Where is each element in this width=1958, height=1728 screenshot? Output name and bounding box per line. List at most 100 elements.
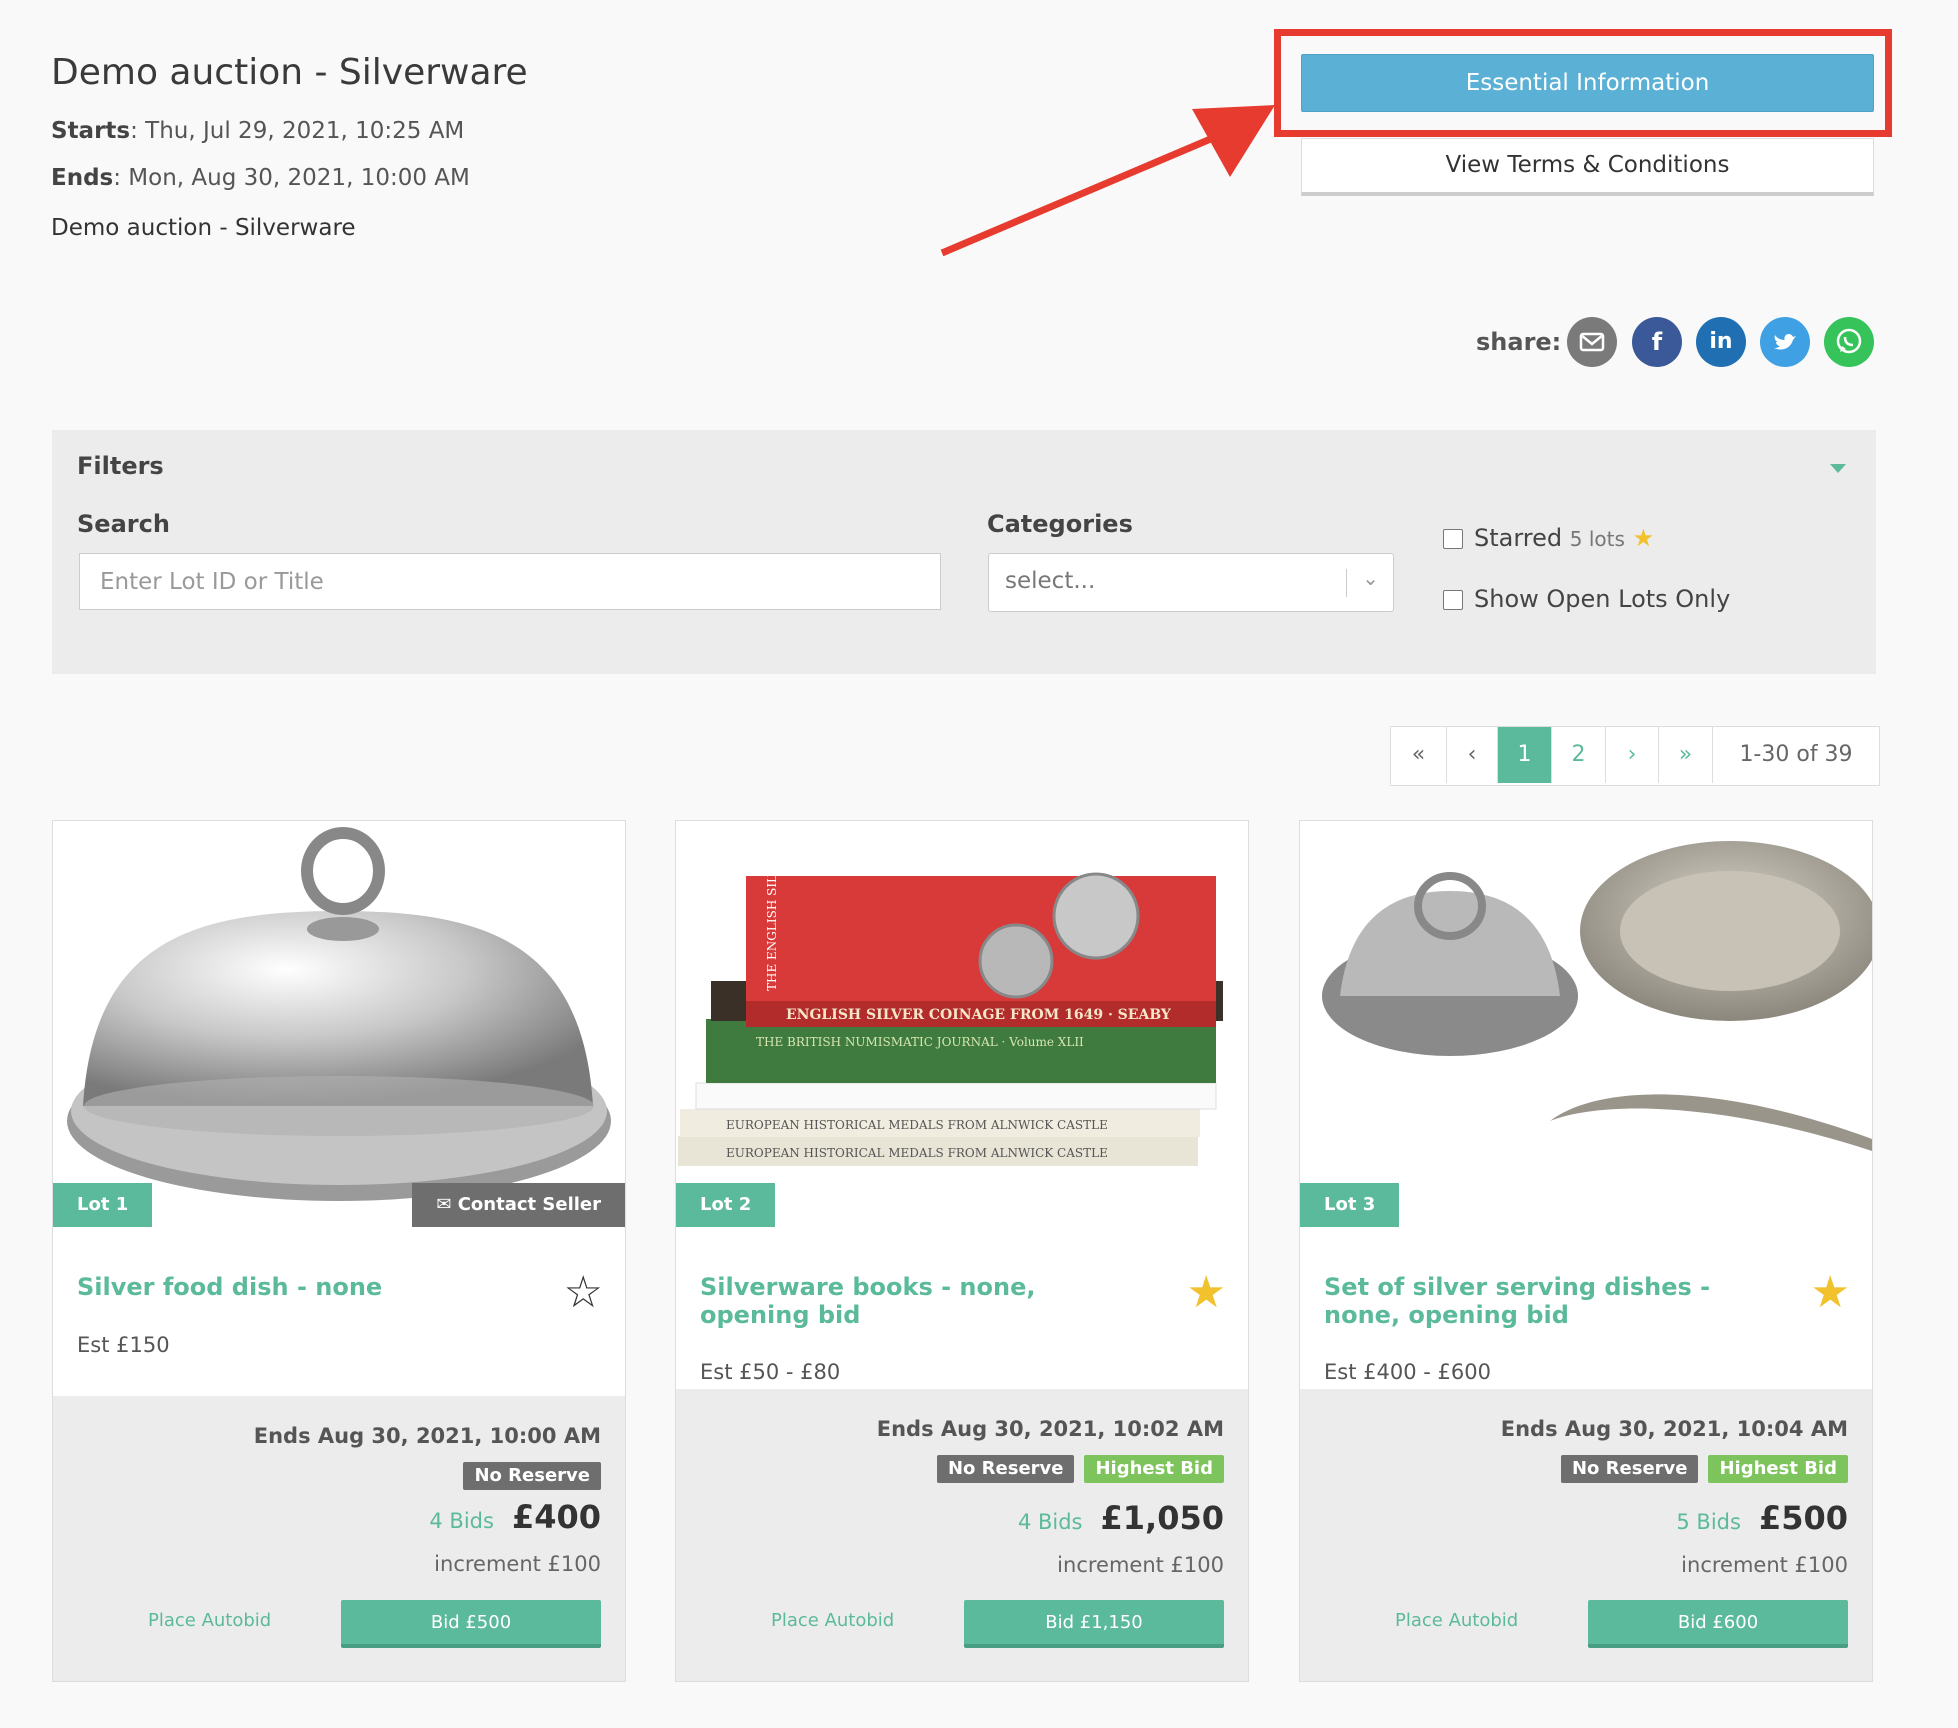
lot-image[interactable]: EUROPEAN HISTORICAL MEDALS FROM ALNWICK … — [676, 821, 1248, 1229]
filters-title: Filters — [77, 452, 164, 480]
starred-filter-label: Starred 5 lots ★ — [1474, 524, 1654, 552]
pagination: « ‹ 1 2 › » 1-30 of 39 — [1390, 726, 1880, 786]
lot-image[interactable] — [53, 821, 625, 1229]
lot-number-badge: Lot 3 — [1300, 1183, 1400, 1227]
star-filled-icon[interactable]: ★ — [1187, 1271, 1226, 1315]
page-2-button[interactable]: 2 — [1552, 727, 1606, 783]
whatsapp-icon[interactable] — [1824, 317, 1874, 367]
current-price: £1,050 — [1100, 1499, 1224, 1537]
no-reserve-badge: No Reserve — [1560, 1455, 1699, 1483]
lot-card: Lot 1 ✉ Contact Seller Silver food dish … — [52, 820, 626, 1682]
page-summary: 1-30 of 39 — [1739, 742, 1853, 767]
starts-label: Starts — [51, 118, 131, 144]
filters-collapse-caret-icon[interactable] — [1830, 464, 1846, 473]
star-filled-icon[interactable]: ★ — [1811, 1271, 1850, 1315]
page-last-button[interactable]: » — [1659, 727, 1713, 783]
view-terms-button[interactable]: View Terms & Conditions — [1301, 138, 1874, 196]
bid-button[interactable]: Bid £1,150 — [964, 1600, 1224, 1648]
lot-card: EUROPEAN HISTORICAL MEDALS FROM ALNWICK … — [675, 820, 1249, 1682]
lot-card: Lot 3 Set of silver serving dishes - non… — [1299, 820, 1873, 1682]
lot-bid-panel: Ends Aug 30, 2021, 10:02 AM No Reserve H… — [676, 1389, 1248, 1681]
search-input[interactable] — [79, 553, 941, 610]
place-autobid-link[interactable]: Place Autobid — [771, 1610, 894, 1631]
page-first-button[interactable]: « — [1391, 727, 1447, 783]
book-title-4: EUROPEAN HISTORICAL MEDALS FROM ALNWICK … — [726, 1118, 1108, 1132]
highest-bid-badge: Highest Bid — [1084, 1455, 1224, 1483]
lot-title-link[interactable]: Set of silver serving dishes - none, ope… — [1324, 1273, 1764, 1329]
lot-bid-summary: 4 Bids £400 — [429, 1498, 601, 1536]
open-lots-label: Show Open Lots Only — [1474, 585, 1731, 613]
facebook-icon[interactable]: f — [1632, 317, 1682, 367]
lot-estimate: Est £150 — [77, 1333, 170, 1357]
annotation-arrow — [940, 105, 1275, 257]
lot-bid-panel: Ends Aug 30, 2021, 10:04 AM No Reserve H… — [1300, 1389, 1872, 1681]
bids-count-link[interactable]: 4 Bids — [429, 1509, 494, 1533]
contact-seller-button[interactable]: ✉ Contact Seller — [412, 1183, 625, 1227]
starts-value: : Thu, Jul 29, 2021, 10:25 AM — [130, 118, 465, 144]
highest-bid-badge: Highest Bid — [1708, 1455, 1848, 1483]
bid-increment: increment £100 — [1057, 1553, 1224, 1577]
no-reserve-badge: No Reserve — [936, 1455, 1075, 1483]
categories-placeholder: select... — [1005, 568, 1096, 594]
lot-estimate: Est £400 - £600 — [1324, 1360, 1491, 1384]
lot-title-link[interactable]: Silverware books - none, opening bid — [700, 1273, 1140, 1329]
twitter-icon[interactable] — [1760, 317, 1810, 367]
bids-count-link[interactable]: 5 Bids — [1676, 1510, 1741, 1534]
lot-number-badge: Lot 1 — [53, 1183, 153, 1227]
ends-label: Ends — [51, 165, 114, 191]
star-icon: ★ — [1632, 524, 1655, 552]
chevron-down-icon: ⌄ — [1362, 566, 1379, 590]
lot-badges: No Reserve Highest Bid — [1560, 1455, 1848, 1483]
ends-value: : Mon, Aug 30, 2021, 10:00 AM — [113, 165, 470, 191]
lot-estimate: Est £50 - £80 — [700, 1360, 841, 1384]
lot-end-time: Ends Aug 30, 2021, 10:04 AM — [1500, 1417, 1848, 1441]
annotation-highlight-box — [1274, 29, 1892, 137]
auction-ends: Ends: Mon, Aug 30, 2021, 10:00 AM — [51, 165, 470, 191]
lot-bid-summary: 5 Bids £500 — [1676, 1499, 1848, 1537]
starred-label: Starred — [1474, 524, 1563, 552]
no-reserve-badge: No Reserve — [463, 1462, 601, 1490]
lot-bid-panel: Ends Aug 30, 2021, 10:00 AM No Reserve 4… — [53, 1396, 625, 1681]
bids-count-link[interactable]: 4 Bids — [1018, 1510, 1083, 1534]
categories-label: Categories — [987, 510, 1133, 538]
contact-seller-label: Contact Seller — [457, 1194, 601, 1215]
current-price: £500 — [1758, 1499, 1848, 1537]
lot-end-time: Ends Aug 30, 2021, 10:02 AM — [876, 1417, 1224, 1441]
filters-panel: Filters Search Categories select... ⌄ St… — [52, 430, 1876, 674]
select-divider — [1346, 569, 1347, 597]
auction-description: Demo auction - Silverware — [51, 215, 356, 241]
starred-count: 5 lots — [1569, 527, 1625, 551]
bid-button[interactable]: Bid £600 — [1588, 1600, 1848, 1648]
lot-badges: No Reserve Highest Bid — [936, 1455, 1224, 1483]
lot-badges: No Reserve — [463, 1462, 601, 1490]
place-autobid-link[interactable]: Place Autobid — [148, 1610, 271, 1631]
current-price: £400 — [511, 1498, 601, 1536]
envelope-icon: ✉ — [436, 1194, 452, 1215]
page-next-button[interactable]: › — [1606, 727, 1659, 783]
auction-starts: Starts: Thu, Jul 29, 2021, 10:25 AM — [51, 118, 464, 144]
share-label: share: — [1476, 328, 1562, 356]
bid-increment: increment £100 — [1681, 1553, 1848, 1577]
mail-icon[interactable] — [1567, 317, 1617, 367]
page-1-button[interactable]: 1 — [1498, 727, 1552, 783]
lot-end-time: Ends Aug 30, 2021, 10:00 AM — [253, 1424, 601, 1448]
book-title-3: THE BRITISH NUMISMATIC JOURNAL · Volume … — [756, 1035, 1084, 1049]
search-label: Search — [77, 510, 170, 538]
bid-button[interactable]: Bid £500 — [341, 1600, 601, 1648]
bid-increment: increment £100 — [434, 1552, 601, 1576]
place-autobid-link[interactable]: Place Autobid — [1395, 1610, 1518, 1631]
book-title-2: THE ENGLISH SILVER COINAGE FROM 1649 — [765, 821, 779, 991]
page-prev-button[interactable]: ‹ — [1447, 727, 1498, 783]
book-title-5: EUROPEAN HISTORICAL MEDALS FROM ALNWICK … — [726, 1146, 1108, 1160]
auction-title: Demo auction - Silverware — [51, 52, 528, 93]
starred-checkbox[interactable] — [1443, 529, 1463, 549]
lot-bid-summary: 4 Bids £1,050 — [1018, 1499, 1224, 1537]
linkedin-icon[interactable]: in — [1696, 317, 1746, 367]
lot-image[interactable] — [1300, 821, 1872, 1229]
lot-title-link[interactable]: Silver food dish - none — [77, 1273, 517, 1301]
book-title-1: ENGLISH SILVER COINAGE FROM 1649 · SEABY — [786, 1007, 1172, 1023]
open-lots-checkbox[interactable] — [1443, 590, 1463, 610]
star-outline-icon[interactable]: ☆ — [564, 1271, 603, 1315]
lot-number-badge: Lot 2 — [676, 1183, 776, 1227]
categories-select[interactable]: select... ⌄ — [988, 553, 1394, 612]
